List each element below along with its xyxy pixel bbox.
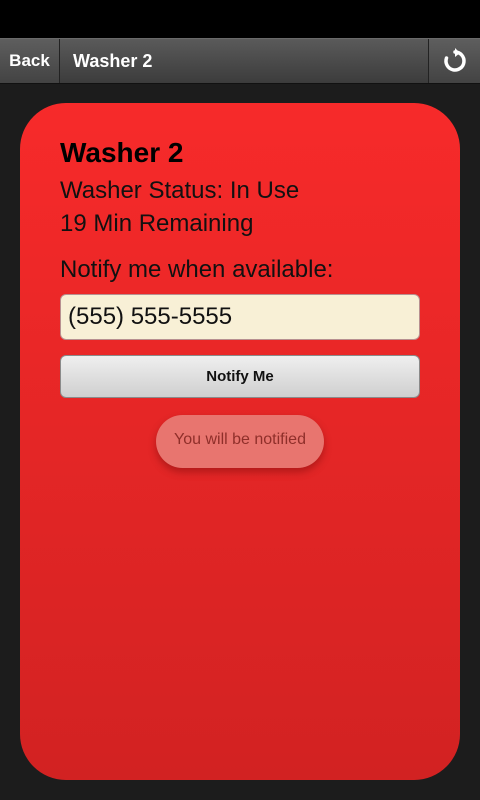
refresh-button[interactable] [428, 39, 480, 83]
page-title: Washer 2 [73, 51, 153, 71]
back-button[interactable]: Back [0, 39, 60, 83]
washer-status: Washer Status: In Use [60, 177, 300, 204]
notify-label: Notify me when available: [60, 256, 334, 283]
phone-input[interactable] [60, 294, 420, 340]
card-title: Washer 2 [60, 137, 184, 168]
washer-card: Washer 2 Washer Status: In Use 19 Min Re… [20, 103, 460, 780]
time-remaining: 19 Min Remaining [60, 210, 254, 237]
header-bar: Back Washer 2 [0, 38, 480, 84]
notification-toast: You will be notified [156, 415, 324, 468]
system-status-bar [0, 0, 480, 38]
notify-me-button[interactable]: Notify Me [60, 355, 420, 398]
refresh-icon [443, 48, 466, 72]
